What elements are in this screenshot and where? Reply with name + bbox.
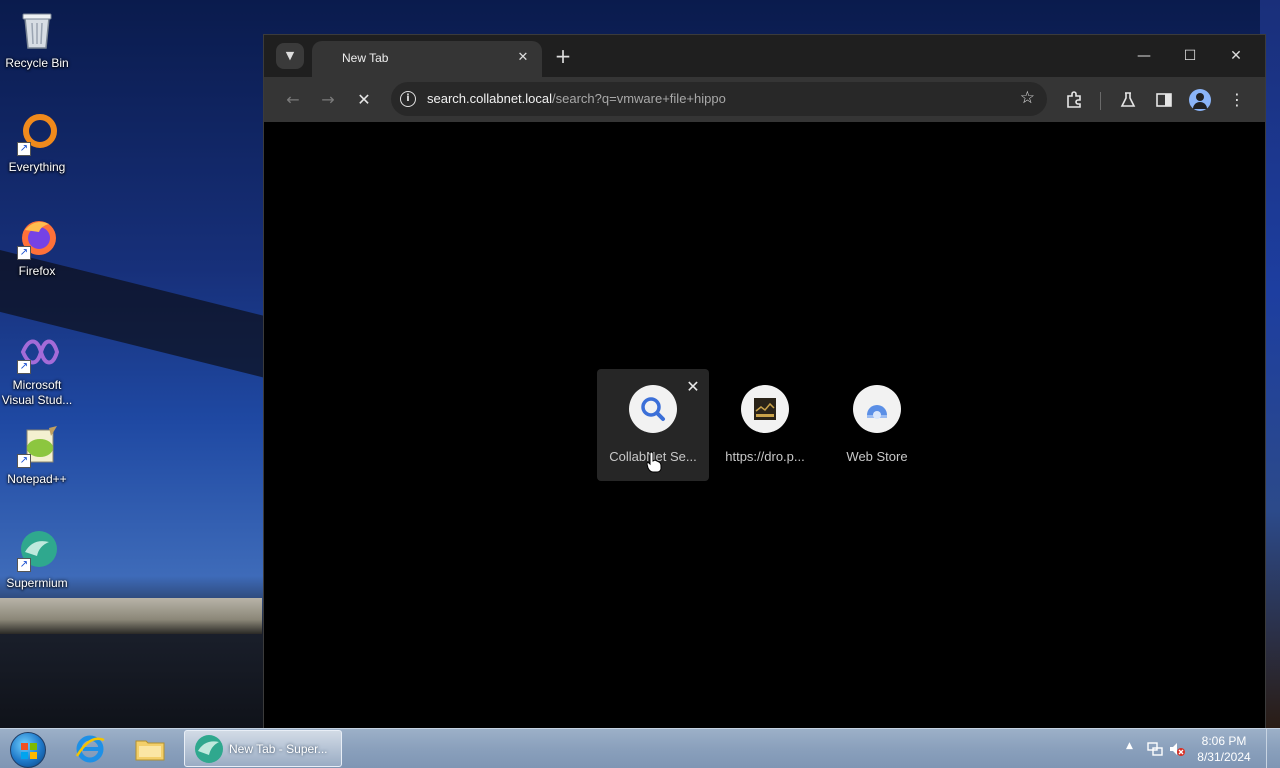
back-button[interactable]: ← [278,85,308,115]
search-icon [641,397,665,421]
recycle-bin-icon [15,8,59,52]
taskbar: New Tab - Super... ▲ 8:06 PM 8/31/2024 [0,728,1280,768]
tab-close-icon[interactable]: ✕ [514,49,532,67]
more-vertical-icon: ⋮ [1229,90,1245,109]
url-path: /search?q=vmware+file+hippo [552,91,726,106]
shortcut-favicon [853,385,901,433]
bookmark-star-icon[interactable]: ☆ [1020,88,1035,108]
desktop-icon-label: Everything [8,160,66,174]
toolbar-divider [1100,92,1101,110]
address-bar[interactable]: i search.collabnet.local/search?q=vmware… [391,82,1047,116]
desktop-icon-firefox[interactable]: ↗ Firefox [0,216,74,279]
site-info-icon[interactable]: i [400,91,416,107]
maximize-icon: ☐ [1183,48,1197,64]
desktop-icon-label: Firefox [18,264,56,278]
taskbar-task-label: New Tab - Super... [229,742,328,756]
profile-avatar-icon[interactable] [1189,89,1211,111]
shortcut-arrow-icon: ↗ [17,360,31,374]
shortcut-tile-web-store[interactable]: Web Store [821,369,933,481]
volume-muted-icon[interactable] [1168,740,1186,758]
browser-toolbar: ← → ✕ i search.collabnet.local/search?q=… [264,77,1265,122]
close-icon: ✕ [1230,48,1242,64]
minimize-icon: — [1137,48,1151,64]
arrow-left-icon: ← [286,90,300,109]
taskbar-internet-explorer[interactable] [62,731,118,767]
show-desktop-button[interactable] [1266,729,1280,768]
desktop-icon-recycle-bin[interactable]: Recycle Bin [0,8,74,71]
desktop-icon-notepad-plus-plus[interactable]: ↗ Notepad++ [0,424,74,487]
minimize-button[interactable]: — [1121,41,1167,71]
shortcut-favicon [629,385,677,433]
wallpaper-decoration [0,598,262,634]
remove-shortcut-icon[interactable]: ✕ [683,377,703,397]
folder-icon [135,740,165,761]
url-text: search.collabnet.local/search?q=vmware+f… [427,91,726,106]
arrow-right-icon: → [321,90,335,109]
windows-logo-icon [10,732,46,768]
shortcut-arrow-icon: ↗ [17,142,31,156]
shortcut-label: Web Store [846,449,908,464]
browser-window: ▼ New Tab ✕ + — ☐ ✕ ← → ✕ i search.colla… [263,34,1266,730]
puzzle-icon [1067,91,1081,108]
maximize-button[interactable]: ☐ [1167,41,1213,71]
clock-time: 8:06 PM [1201,734,1247,748]
desktop-icon-supermium[interactable]: ↗ Supermium [0,528,74,591]
flask-icon [1120,92,1136,107]
tab-strip: ▼ New Tab ✕ + — ☐ ✕ [264,35,1265,77]
stop-loading-button[interactable]: ✕ [349,85,379,115]
supermium-icon: ↗ [15,528,59,572]
notepad-plus-plus-icon: ↗ [15,424,59,468]
side-panel-button[interactable] [1149,85,1179,115]
supermium-icon [195,735,223,763]
show-hidden-icons-icon[interactable]: ▲ [1126,741,1133,751]
taskbar-file-explorer[interactable] [122,731,178,767]
start-button[interactable] [6,730,50,768]
internet-explorer-icon [75,735,105,763]
stop-icon: ✕ [357,90,371,109]
shortcut-tile-dro[interactable]: https://dro.p... [709,369,821,481]
forward-button[interactable]: → [313,85,343,115]
network-icon[interactable] [1146,740,1164,758]
new-tab-button[interactable]: + [549,43,577,71]
side-panel-icon [1156,93,1172,107]
shortcut-arrow-icon: ↗ [17,454,31,468]
shortcut-favicon [741,385,789,433]
site-favicon-icon [754,398,776,420]
shortcut-label: https://dro.p... [725,449,805,464]
desktop-icon-everything[interactable]: ↗ Everything [0,112,74,175]
url-host: search.collabnet.local [427,91,553,106]
tab-title: New Tab [342,51,389,65]
close-window-button[interactable]: ✕ [1213,41,1259,71]
clock[interactable]: 8:06 PM 8/31/2024 [1192,733,1256,765]
menu-button[interactable]: ⋮ [1222,85,1252,115]
hand-cursor-icon [646,451,662,473]
desktop-icon-label: Supermium [6,576,68,590]
desktop-icon-label: Recycle Bin [5,56,69,70]
taskbar-task-supermium[interactable]: New Tab - Super... [184,730,342,767]
web-store-icon [867,405,887,419]
tab-search-button[interactable]: ▼ [276,43,304,69]
visual-studio-icon: ↗ [15,330,60,374]
extensions-button[interactable] [1059,85,1089,115]
labs-button[interactable] [1113,85,1143,115]
desktop-icon-label: Notepad++ [7,472,67,486]
desktop-icon-label: Microsoft Visual Stud... [1,378,73,407]
tab-new-tab[interactable]: New Tab ✕ [312,41,542,77]
shortcut-arrow-icon: ↗ [17,558,31,572]
plus-icon: + [554,44,572,68]
system-tray: ▲ 8:06 PM 8/31/2024 [1110,729,1280,768]
clock-date: 8/31/2024 [1197,750,1251,764]
chevron-down-icon: ▼ [285,49,295,62]
firefox-icon: ↗ [15,216,59,260]
shortcut-arrow-icon: ↗ [17,246,31,260]
desktop-icon-visual-studio[interactable]: ↗ Microsoft Visual Stud... [0,330,74,408]
everything-icon: ↗ [15,112,59,156]
